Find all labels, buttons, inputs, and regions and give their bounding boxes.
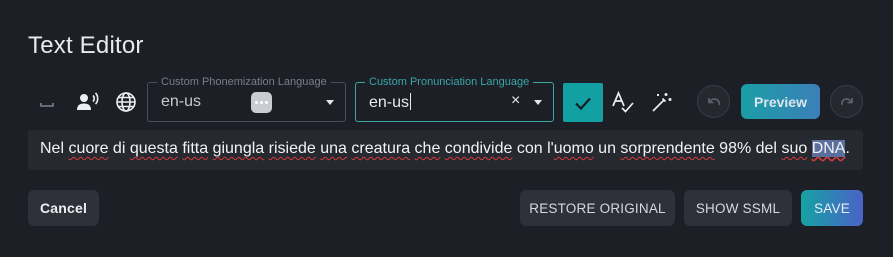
toolbar: Custom Phonemization Language en-us Cust… xyxy=(0,0,893,130)
phonemization-legend: Custom Phonemization Language xyxy=(157,75,331,89)
misspelled-word[interactable]: fitta xyxy=(182,140,208,157)
redo-icon xyxy=(840,97,853,105)
misspelled-word[interactable]: risiede xyxy=(269,140,316,157)
phonemization-language-select[interactable]: Custom Phonemization Language en-us xyxy=(147,75,346,122)
voice-icon[interactable] xyxy=(74,88,102,116)
globe-icon[interactable] xyxy=(112,88,140,116)
check-icon xyxy=(575,97,591,110)
misspelled-word[interactable]: cuore xyxy=(68,140,108,157)
text-segment: un xyxy=(593,140,621,157)
clear-icon[interactable]: × xyxy=(511,92,520,110)
misspelled-word[interactable]: una xyxy=(320,140,347,157)
text-editor-area[interactable]: Nel cuore di questa fitta giungla risied… xyxy=(28,130,863,170)
pronunciation-legend: Custom Pronunciation Language xyxy=(365,75,534,89)
undo-icon xyxy=(707,97,720,105)
chevron-down-icon[interactable] xyxy=(326,100,334,105)
more-dots-icon xyxy=(251,92,272,113)
misspelled-word[interactable]: questa xyxy=(130,140,178,157)
chevron-down-icon[interactable] xyxy=(534,100,542,105)
text-segment: di xyxy=(108,140,130,157)
misspelled-word[interactable]: giungla xyxy=(213,140,265,157)
pronunciation-value[interactable]: en-us xyxy=(369,93,412,112)
text-segment: 98% del xyxy=(714,140,782,157)
spellcheck-icon[interactable] xyxy=(610,88,638,116)
misspelled-word[interactable]: suo xyxy=(781,140,807,157)
text-segment: Nel xyxy=(40,140,69,157)
phonemization-value: en-us xyxy=(161,93,202,110)
misspelled-word[interactable]: che xyxy=(415,140,441,157)
redo-button[interactable] xyxy=(830,85,863,118)
misspelled-word[interactable]: uomo xyxy=(554,140,594,157)
misspelled-word[interactable]: condivide xyxy=(445,140,513,157)
confirm-button[interactable] xyxy=(563,83,603,122)
selected-word[interactable]: DNA xyxy=(811,140,846,157)
save-button[interactable]: SAVE xyxy=(801,190,863,226)
misspelled-word[interactable]: creatura xyxy=(351,140,410,157)
cancel-button[interactable]: Cancel xyxy=(28,190,99,226)
restore-original-button[interactable]: RESTORE ORIGINAL xyxy=(520,190,675,226)
text-segment: . xyxy=(845,140,850,157)
preview-button[interactable]: Preview xyxy=(741,84,820,119)
show-ssml-button[interactable]: SHOW SSML xyxy=(684,190,792,226)
misspelled-word[interactable]: sorprendente xyxy=(620,140,714,157)
magic-wand-icon[interactable] xyxy=(648,88,676,116)
undo-button[interactable] xyxy=(697,85,730,118)
pronunciation-language-select[interactable]: Custom Pronunciation Language en-us × xyxy=(355,75,554,122)
space-icon[interactable] xyxy=(33,88,61,116)
text-segment: con l' xyxy=(512,140,554,157)
